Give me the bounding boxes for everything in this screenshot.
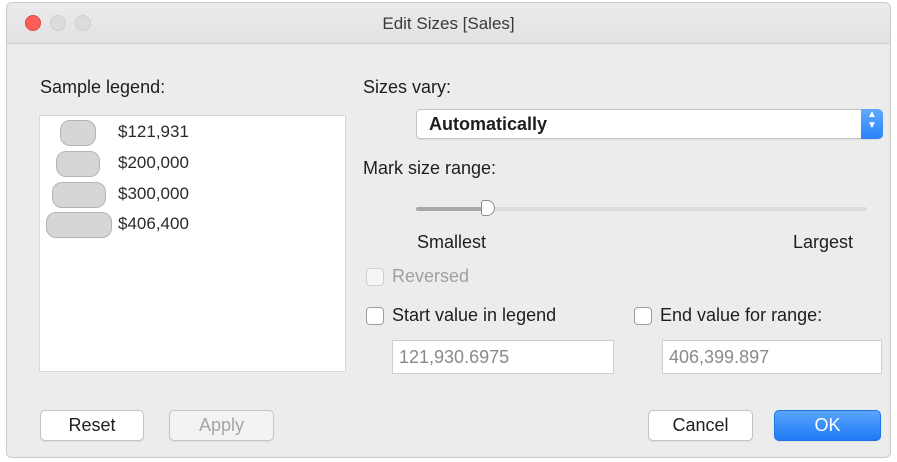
- legend-item: $200,000: [40, 149, 340, 177]
- sizes-vary-selected-value: Automatically: [429, 114, 548, 134]
- cancel-button[interactable]: Cancel: [648, 410, 753, 441]
- apply-button: Apply: [169, 410, 274, 441]
- mark-size-range-label: Mark size range:: [363, 158, 497, 178]
- updown-chevron-icon[interactable]: ▲ ▼: [861, 109, 883, 139]
- start-value-label: Start value in legend: [392, 305, 557, 325]
- mark-size-slider-handle[interactable]: [481, 200, 496, 216]
- reversed-label: Reversed: [392, 266, 470, 286]
- legend-item: $300,000: [40, 180, 340, 208]
- end-value-label: End value for range:: [660, 305, 823, 325]
- sample-legend-label: Sample legend:: [40, 77, 166, 97]
- legend-item: $121,931: [40, 118, 340, 146]
- reset-button[interactable]: Reset: [40, 410, 144, 441]
- size-swatch-icon: [60, 120, 96, 146]
- start-value-field[interactable]: 121,930.6975: [392, 340, 614, 374]
- legend-item: $406,400: [40, 210, 340, 238]
- smallest-label: Smallest: [417, 232, 487, 252]
- start-value-checkbox[interactable]: [366, 307, 384, 325]
- reversed-checkbox: [366, 268, 384, 286]
- size-swatch-icon: [46, 212, 112, 238]
- end-value-checkbox[interactable]: [634, 307, 652, 325]
- sizes-vary-label: Sizes vary:: [363, 77, 452, 97]
- ok-button[interactable]: OK: [774, 410, 881, 441]
- largest-label: Largest: [793, 232, 854, 252]
- size-swatch-icon: [56, 151, 100, 177]
- mark-size-slider-fill: [416, 207, 489, 211]
- edit-sizes-dialog: Edit Sizes [Sales] Sample legend: $121,9…: [6, 2, 891, 458]
- legend-item-value: $406,400: [118, 214, 189, 233]
- title-bar: Edit Sizes [Sales]: [7, 3, 890, 44]
- legend-item-value: $200,000: [118, 153, 189, 172]
- end-value-field[interactable]: 406,399.897: [662, 340, 882, 374]
- sample-legend-panel: $121,931 $200,000 $300,000 $406,400: [39, 115, 346, 372]
- legend-item-value: $300,000: [118, 184, 189, 203]
- size-swatch-icon: [52, 182, 106, 208]
- dialog-title: Edit Sizes [Sales]: [382, 14, 515, 33]
- legend-item-value: $121,931: [118, 122, 189, 141]
- sizes-vary-select[interactable]: Automatically ▲ ▼: [416, 109, 883, 139]
